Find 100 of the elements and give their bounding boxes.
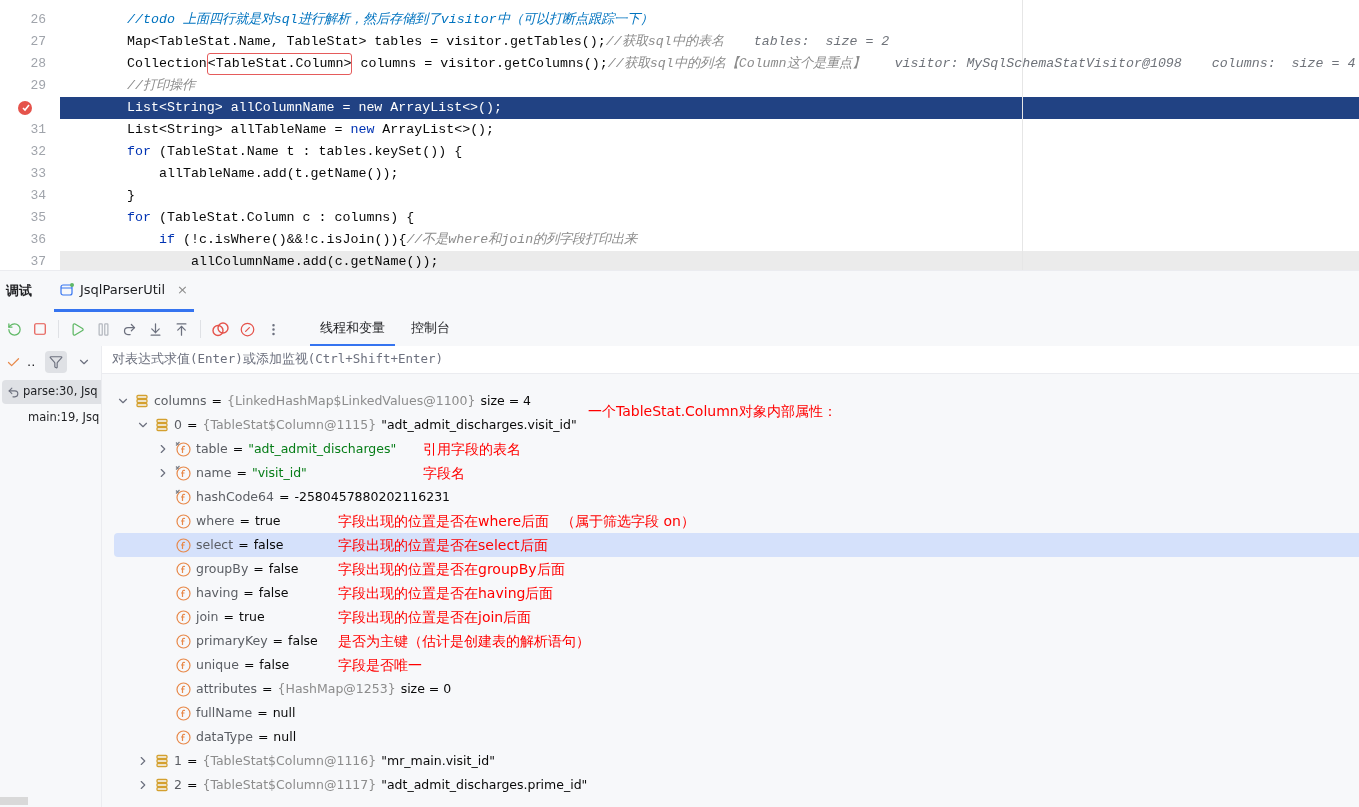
step-out-icon[interactable] [174, 321, 189, 337]
inline-value-hint: columns: size = 4 [1211, 55, 1356, 74]
variable-value: true [254, 511, 281, 530]
code-text: (TableStat.Column c : columns) { [157, 209, 415, 228]
code-comment: //打印操作 [127, 77, 195, 96]
line-number: 36 [30, 231, 46, 250]
inline-value-hint: visitor: MySqlSchemaStatVisitor@1098 [894, 55, 1182, 74]
mute-breakpoints-icon[interactable] [240, 321, 255, 337]
variable-name: join [196, 607, 219, 626]
code-comment: //不是where和join的列字段打印出来 [406, 231, 638, 250]
annotation: 字段出现的位置是否在having后面 [338, 583, 554, 603]
variable-name: 1 [174, 751, 182, 770]
code-text: columns = visitor.getColumns(); [359, 55, 608, 74]
breakpoints-icon[interactable] [212, 321, 229, 337]
variable-value: false [288, 631, 318, 650]
variable-value: {LinkedHashMap$LinkedValues@1100} [227, 391, 476, 410]
field-icon [175, 705, 191, 721]
equals-sign: = [186, 415, 198, 434]
final-field-icon [175, 441, 191, 457]
variable-value: "mr_main.visit_id" [381, 751, 495, 770]
line-number: 28 [30, 55, 46, 74]
variable-value: size = 0 [400, 679, 452, 698]
annotation: （属于筛选字段 on） [561, 511, 695, 531]
variable-name: hashCode64 [196, 487, 274, 506]
line-number: 35 [30, 209, 46, 228]
line-number: 33 [30, 165, 46, 184]
return-arrow-icon [7, 385, 20, 399]
code-keyword: if [159, 231, 175, 250]
code-text: (TableStat.Name t : tables.keySet()) { [157, 143, 463, 162]
annotation: 是否为主键（估计是创建表的解析语句） [338, 631, 590, 651]
variable-name: primaryKey [196, 631, 268, 650]
scrollbar[interactable] [0, 797, 28, 805]
stack-frame[interactable]: main:19, Jsq [2, 406, 101, 430]
equals-sign: = [239, 511, 250, 530]
equals-sign: = [211, 391, 222, 410]
variable-name: fullName [196, 703, 253, 722]
variable-value: null [272, 703, 296, 722]
variable-value: {HashMap@1253} [277, 679, 396, 698]
field-icon [175, 513, 191, 529]
equals-sign: = [186, 751, 198, 770]
code-comment: //获取sql中的列名【Column这个是重点】 [607, 55, 865, 74]
annotation: 字段出现的位置是否在select后面 [338, 535, 548, 555]
step-into-icon[interactable] [148, 321, 163, 337]
list-icon [155, 754, 169, 768]
equals-sign: = [243, 583, 254, 602]
variable-value: "visit_id" [251, 463, 307, 482]
list-icon [155, 418, 169, 432]
stack-frame[interactable]: parse:30, Jsq [2, 380, 101, 404]
line-number: 31 [30, 121, 46, 140]
filter-icon [49, 355, 64, 369]
variable-name: having [196, 583, 239, 602]
code-comment: //获取sql中的表名 [605, 33, 724, 52]
inline-value-hint: tables: size = 2 [753, 33, 890, 52]
variable-value: {TableStat$Column@1117} [202, 775, 377, 794]
equals-sign: = [257, 727, 269, 746]
list-icon [155, 778, 169, 792]
panel-title: 调试 [6, 281, 32, 300]
code-text: (!c.isWhere()&&!c.isJoin()){ [181, 231, 407, 250]
variable-value: "adt_admit_discharges" [248, 439, 397, 458]
variable-value: "adt_admit_discharges.visit_id" [381, 415, 577, 434]
equals-sign: = [232, 439, 244, 458]
code-text: List<String> allColumnName = new ArrayList<>(); [127, 99, 503, 118]
variable-value: size = 4 [480, 391, 532, 410]
selected-row-highlight[interactable] [114, 533, 1359, 557]
field-icon [175, 609, 191, 625]
field-icon [175, 561, 191, 577]
resume-icon[interactable] [70, 321, 85, 337]
field-icon [175, 729, 191, 745]
expression-field[interactable]: 对表达式求值(Enter)或添加监视(Ctrl+Shift+Enter) [102, 346, 1359, 374]
equals-sign: = [243, 655, 255, 674]
variable-name: unique [196, 655, 239, 674]
code-text: allTableName.add(t.getName()); [159, 165, 399, 184]
line-number: 37 [30, 253, 46, 270]
rerun-icon[interactable] [7, 321, 22, 337]
breakpoint-icon[interactable] [17, 100, 33, 116]
variable-name: columns [154, 391, 207, 410]
todo-comment: //todo 上面四行就是对sql进行解析，然后存储到了visitor中（可以打断点跟踪一下） [127, 11, 653, 30]
code-keyword: for [127, 209, 151, 228]
annotation: 字段出现的位置是否在join后面 [338, 607, 532, 627]
frames-label: .. [27, 353, 36, 372]
variable-name: where [196, 511, 235, 530]
annotation: 一个TableStat.Column对象内部属性： [588, 401, 837, 421]
annotation: 字段名 [423, 463, 465, 483]
annotation: 字段是否唯一 [338, 655, 422, 675]
expression-input[interactable]: 对表达式求值(Enter)或添加监视(Ctrl+Shift+Enter) [112, 350, 712, 369]
variable-name: groupBy [196, 559, 249, 578]
code-text: } [127, 187, 135, 206]
list-icon [135, 394, 149, 408]
stop-icon[interactable] [33, 322, 47, 336]
line-number: 34 [30, 187, 46, 206]
line-number: 27 [30, 33, 46, 52]
variable-value: false [253, 535, 284, 554]
step-over-icon[interactable] [122, 321, 137, 337]
code-text: allColumnName.add(c.getName()); [191, 253, 439, 270]
field-icon [175, 633, 191, 649]
filter-button[interactable] [45, 351, 68, 373]
equals-sign: = [186, 775, 198, 794]
equals-sign: = [257, 703, 268, 722]
equals-sign: = [223, 607, 234, 626]
view-tab[interactable]: 控制台 [401, 312, 460, 346]
